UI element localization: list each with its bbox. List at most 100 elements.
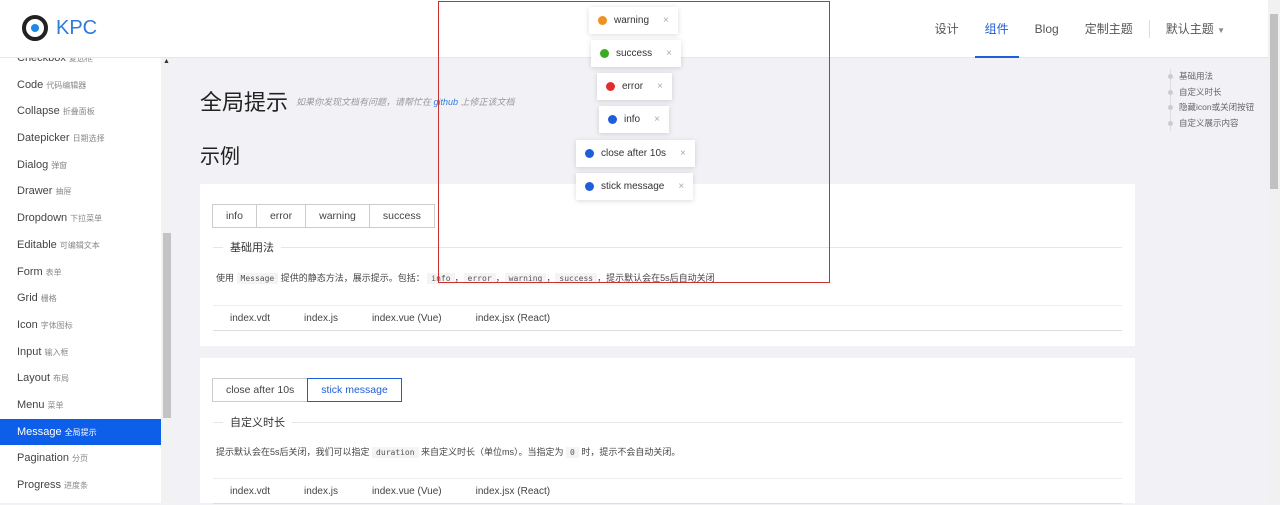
desc-text: 使用 bbox=[216, 273, 237, 283]
sidebar-item-cn-label: 复选框 bbox=[68, 58, 93, 63]
desc-code: info bbox=[427, 273, 455, 284]
sidebar-item-icon[interactable]: Icon 字体图标 bbox=[0, 312, 161, 339]
table-of-contents: 基础用法 自定义时长 隐藏icon或关闭按钮 自定义展示内容 bbox=[1167, 69, 1254, 132]
logo[interactable]: KPC bbox=[22, 15, 97, 41]
demo-legend-title: 自定义时长 bbox=[223, 414, 292, 430]
sidebar-item-label: Dialog bbox=[17, 158, 49, 171]
tab-vue[interactable]: index.vue (Vue) bbox=[355, 306, 459, 330]
toc-item[interactable]: 基础用法 bbox=[1167, 69, 1254, 85]
desc-code: Message bbox=[236, 273, 279, 284]
message-text: stick message bbox=[601, 181, 665, 192]
sidebar-item-cn-label: 下拉菜单 bbox=[70, 214, 103, 224]
sidebar-item-cn-label: 弹窗 bbox=[51, 160, 68, 170]
tab-js[interactable]: index.js bbox=[287, 306, 355, 330]
demo-legend-title: 基础用法 bbox=[223, 239, 281, 255]
desc-code: success bbox=[555, 273, 598, 284]
nav-design[interactable]: 设计 bbox=[935, 0, 959, 58]
sidebar-item-layout[interactable]: Layout 布局 bbox=[0, 365, 161, 392]
nav-divider bbox=[1148, 20, 1150, 38]
sidebar-item-pagination[interactable]: Pagination 分页 bbox=[0, 445, 161, 472]
nav-blog[interactable]: Blog bbox=[1035, 0, 1059, 58]
error-button[interactable]: error bbox=[255, 204, 307, 228]
message-warning: warning × bbox=[589, 7, 678, 34]
tab-vdt[interactable]: index.vdt bbox=[213, 306, 287, 330]
desc-code: error bbox=[463, 273, 496, 284]
demo-legend: 基础用法 bbox=[213, 239, 1122, 255]
nav-components[interactable]: 组件 bbox=[974, 0, 1019, 58]
sidebar-item-drawer[interactable]: Drawer 抽屉 bbox=[0, 178, 161, 205]
close-icon[interactable]: × bbox=[680, 148, 686, 159]
sidebar-item-label: Drawer bbox=[17, 185, 53, 198]
desc-sep: ， bbox=[495, 273, 505, 283]
nav-custom-theme[interactable]: 定制主题 bbox=[1085, 0, 1133, 58]
sidebar-item-label: Layout bbox=[17, 372, 51, 385]
page-title: 全局提示 bbox=[200, 90, 289, 115]
tab-react[interactable]: index.jsx (React) bbox=[459, 479, 567, 503]
close-icon[interactable]: × bbox=[678, 181, 684, 192]
toc-item[interactable]: 自定义时长 bbox=[1167, 85, 1254, 101]
toc-item[interactable]: 隐藏icon或关闭按钮 bbox=[1167, 100, 1254, 116]
desc-code: duration bbox=[372, 447, 419, 458]
theme-label: 默认主题 bbox=[1165, 22, 1214, 36]
desc-sep: ， bbox=[454, 273, 464, 283]
sidebar-item-form[interactable]: Form 表单 bbox=[0, 259, 161, 286]
close-icon[interactable]: × bbox=[663, 15, 669, 26]
message-info: close after 10s × bbox=[576, 140, 695, 167]
desc-text: 来自定义时长（单位ms）。当指定为 bbox=[418, 447, 567, 457]
info-button[interactable]: info bbox=[212, 204, 257, 228]
theme-select[interactable]: 默认主题 ▼ bbox=[1166, 0, 1225, 58]
page-scroll-thumb[interactable] bbox=[1270, 14, 1278, 189]
success-button[interactable]: success bbox=[368, 204, 435, 228]
sidebar-item-checkbox[interactable]: Checkbox 复选框 bbox=[0, 58, 161, 72]
sidebar-item-cn-label: 分页 bbox=[72, 454, 88, 464]
tab-js[interactable]: index.js bbox=[287, 479, 355, 503]
message-info: stick message × bbox=[576, 173, 694, 200]
info-icon bbox=[585, 149, 594, 158]
sidebar-item-dropdown[interactable]: Dropdown 下拉菜单 bbox=[0, 205, 161, 232]
sidebar-item-cn-label: 输入框 bbox=[44, 347, 69, 357]
close-icon[interactable]: × bbox=[666, 48, 672, 59]
sidebar-item-label: Message bbox=[17, 425, 62, 438]
sidebar-item-cn-label: 进度条 bbox=[64, 481, 89, 490]
subtitle-text-end: 上修正该文档 bbox=[458, 97, 515, 107]
tab-react[interactable]: index.jsx (React) bbox=[459, 306, 567, 330]
message-error: error × bbox=[597, 73, 672, 100]
warning-button[interactable]: warning bbox=[305, 204, 370, 228]
scroll-up-icon[interactable]: ▲ bbox=[163, 58, 170, 65]
sidebar-item-label: Pagination bbox=[17, 452, 69, 465]
sidebar-item-message[interactable]: Message 全局提示 bbox=[0, 418, 161, 446]
sidebar-item-editable[interactable]: Editable 可编辑文本 bbox=[0, 232, 161, 259]
github-link[interactable]: github bbox=[434, 97, 459, 107]
sidebar-item-cn-label: 抽屉 bbox=[55, 187, 72, 197]
sidebar-item-label: Dropdown bbox=[17, 212, 68, 225]
success-icon bbox=[600, 49, 609, 58]
sidebar-item-grid[interactable]: Grid 栅格 bbox=[0, 285, 161, 312]
sidebar-item-menu[interactable]: Menu 菜单 bbox=[0, 392, 161, 419]
toc-item[interactable]: 自定义展示内容 bbox=[1167, 116, 1254, 132]
sidebar-item-dialog[interactable]: Dialog 弹窗 bbox=[0, 152, 161, 179]
tab-vue[interactable]: index.vue (Vue) bbox=[355, 479, 459, 503]
close-icon[interactable]: × bbox=[657, 81, 663, 92]
close-icon[interactable]: × bbox=[654, 114, 660, 125]
sidebar-item-input[interactable]: Input 输入框 bbox=[0, 339, 161, 366]
error-icon bbox=[606, 82, 615, 91]
desc-text: ，提示默认会在5s后自动关闭 bbox=[597, 273, 715, 283]
desc-text: 提示默认会在5s后关闭，我们可以指定 bbox=[216, 447, 373, 457]
button-group: info error warning success bbox=[212, 204, 435, 228]
sidebar-scroll-thumb[interactable] bbox=[163, 233, 171, 418]
demo-legend: 自定义时长 bbox=[213, 414, 1122, 430]
sidebar-item-progress[interactable]: Progress 进度条 bbox=[0, 472, 161, 499]
demo-description: 提示默认会在5s后关闭，我们可以指定 duration 来自定义时长（单位ms）… bbox=[216, 445, 680, 458]
demo-card-basic: info error warning success 基础用法 使用 Messa… bbox=[200, 184, 1135, 346]
sidebar-item-collapse[interactable]: Collapse 折叠面板 bbox=[0, 98, 161, 125]
message-info: info × bbox=[599, 106, 669, 133]
close-after-10s-button[interactable]: close after 10s bbox=[212, 378, 309, 402]
sidebar-item-cn-label: 布局 bbox=[53, 374, 70, 384]
tab-vdt[interactable]: index.vdt bbox=[213, 479, 287, 503]
sidebar-item-datepicker[interactable]: Datepicker 日期选择 bbox=[0, 125, 161, 152]
sidebar-item-label: Input bbox=[17, 345, 42, 358]
sidebar-item-label: Checkbox bbox=[17, 58, 66, 64]
message-text: info bbox=[624, 114, 641, 125]
stick-message-button[interactable]: stick message bbox=[307, 378, 402, 402]
sidebar-item-code[interactable]: Code 代码编辑器 bbox=[0, 72, 161, 99]
